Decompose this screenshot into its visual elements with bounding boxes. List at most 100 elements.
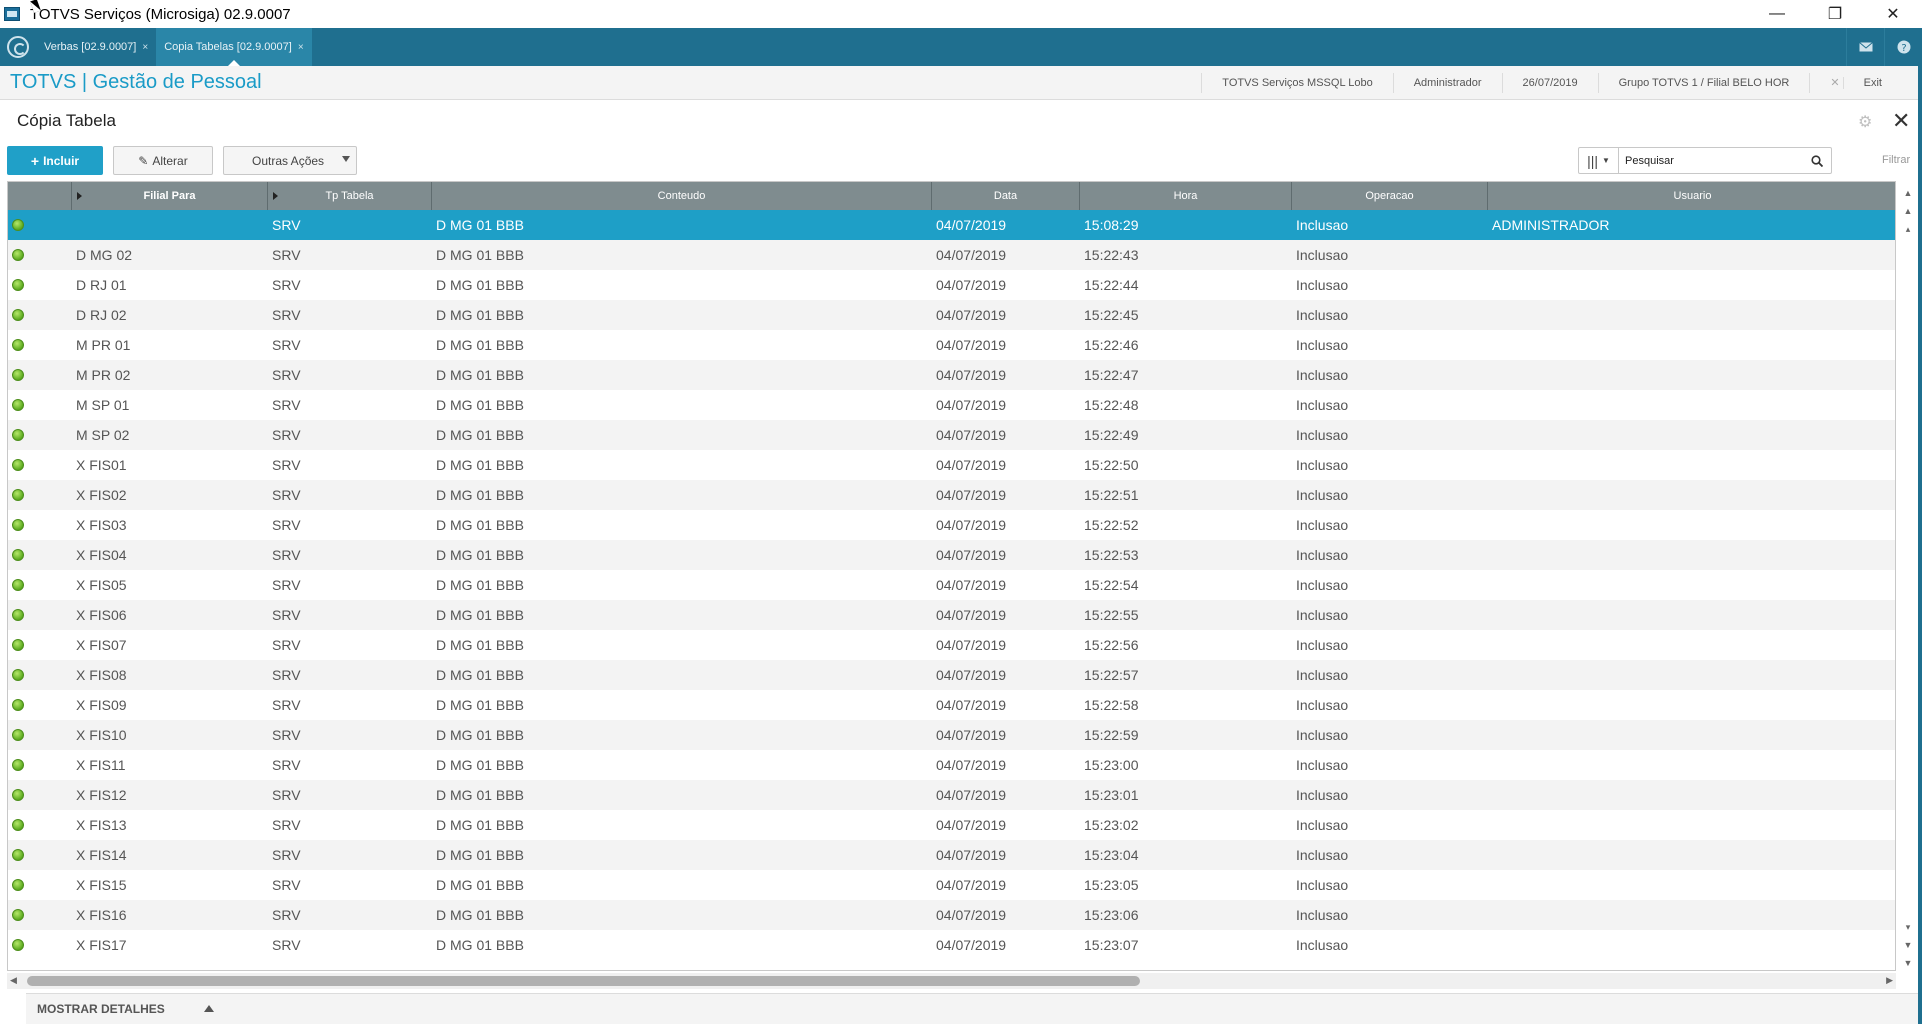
hora-cell: 15:23:07 bbox=[1084, 937, 1139, 953]
search-input[interactable] bbox=[1619, 148, 1803, 173]
horizontal-scroll-thumb[interactable] bbox=[27, 976, 1140, 986]
table-row[interactable]: SRV D MG 01 BBB 04/07/2019 15:08:29 Inclusao… bbox=[8, 210, 1895, 240]
table-row[interactable]: X FIS12 SRV D MG 01 BBB 04/07/2019 15:23:01 I… bbox=[8, 780, 1895, 810]
table-row[interactable]: M PR 01 SRV D MG 01 BBB 04/07/2019 15:22:46 I… bbox=[8, 330, 1895, 360]
table-row[interactable]: X FIS16 SRV D MG 01 BBB 04/07/2019 15:23:06 I… bbox=[8, 900, 1895, 930]
hora-cell: 15:22:56 bbox=[1084, 637, 1139, 653]
operacao-cell: Inclusao bbox=[1296, 517, 1349, 533]
table-row[interactable]: X FIS14 SRV D MG 01 BBB 04/07/2019 15:23:04 I… bbox=[8, 840, 1895, 870]
table-row[interactable]: D MG 02 SRV D MG 01 BBB 04/07/2019 15:22:43 I… bbox=[8, 240, 1895, 270]
operacao-cell: Inclusao bbox=[1296, 577, 1349, 593]
table-row[interactable]: X FIS05 SRV D MG 01 BBB 04/07/2019 15:22:54 I… bbox=[8, 570, 1895, 600]
green-status-dot-icon bbox=[12, 909, 24, 921]
gear-icon[interactable]: ⚙ bbox=[1858, 112, 1872, 132]
usuario-cell bbox=[1488, 450, 1895, 480]
tp-tabela-cell: SRV bbox=[272, 427, 301, 443]
close-window-button[interactable]: ✕ bbox=[1864, 0, 1922, 28]
plus-icon: + bbox=[30, 152, 40, 169]
filial-para-cell: X FIS15 bbox=[76, 877, 127, 893]
details-toggle[interactable]: MOSTRAR DETALHES bbox=[26, 993, 1922, 1024]
usuario-cell: ADMINISTRADOR bbox=[1492, 217, 1610, 233]
maximize-button[interactable]: ❐ bbox=[1806, 0, 1864, 28]
window-title: TOTVS Serviços (Microsiga) 02.9.0007 bbox=[30, 5, 291, 23]
home-menu-icon[interactable] bbox=[7, 36, 29, 58]
filial-para-cell: X FIS06 bbox=[76, 607, 127, 623]
filial-para-cell: X FIS07 bbox=[76, 637, 127, 653]
incluir-button[interactable]: + Incluir bbox=[7, 146, 103, 175]
green-status-dot-icon bbox=[12, 489, 24, 501]
search-icon[interactable] bbox=[1803, 154, 1831, 167]
close-page-icon[interactable]: ✕ bbox=[1892, 108, 1910, 134]
scroll-left-icon[interactable]: ◀ bbox=[10, 975, 17, 986]
table-row[interactable]: M SP 01 SRV D MG 01 BBB 04/07/2019 15:22:48 I… bbox=[8, 390, 1895, 420]
scroll-right-icon[interactable]: ▶ bbox=[1886, 975, 1893, 986]
filial-para-cell: X FIS17 bbox=[76, 937, 127, 953]
status-cell bbox=[8, 900, 72, 930]
table-row[interactable]: D RJ 02 SRV D MG 01 BBB 04/07/2019 15:22:45 I… bbox=[8, 300, 1895, 330]
status-cell bbox=[8, 270, 72, 300]
outras-acoes-button[interactable]: Outras Ações bbox=[223, 146, 357, 175]
vertical-scrollbar[interactable]: ▲ ▲ ▴ ▾ ▼ ▼ bbox=[1898, 181, 1918, 971]
filtrar-link[interactable]: Filtrar bbox=[1882, 154, 1910, 166]
usuario-cell bbox=[1488, 900, 1895, 930]
status-cell bbox=[8, 360, 72, 390]
table-row[interactable]: X FIS10 SRV D MG 01 BBB 04/07/2019 15:22:59 I… bbox=[8, 720, 1895, 750]
conteudo-cell: D MG 01 BBB bbox=[436, 667, 524, 683]
alterar-button[interactable]: ✎ Alterar bbox=[113, 146, 213, 175]
table-row[interactable]: X FIS04 SRV D MG 01 BBB 04/07/2019 15:22:53 I… bbox=[8, 540, 1895, 570]
conteudo-cell: D MG 01 BBB bbox=[436, 427, 524, 443]
tab-verbas[interactable]: Verbas [02.9.0007] × bbox=[36, 28, 156, 66]
scroll-bottom-icon[interactable]: ▼ bbox=[1900, 955, 1916, 971]
table-row[interactable]: X FIS08 SRV D MG 01 BBB 04/07/2019 15:22:57 I… bbox=[8, 660, 1895, 690]
usuario-cell bbox=[1488, 270, 1895, 300]
exit-button[interactable]: ✕ Exit bbox=[1809, 73, 1922, 93]
hora-cell: 15:22:46 bbox=[1084, 337, 1139, 353]
table-row[interactable]: X FIS01 SRV D MG 01 BBB 04/07/2019 15:22:50 I… bbox=[8, 450, 1895, 480]
columns-selector[interactable]: ||| ▼ bbox=[1579, 148, 1619, 173]
col-header-usuario[interactable]: Usuario bbox=[1488, 182, 1895, 210]
hora-cell: 15:23:02 bbox=[1084, 817, 1139, 833]
table-row[interactable]: D RJ 01 SRV D MG 01 BBB 04/07/2019 15:22:44 I… bbox=[8, 270, 1895, 300]
status-cell bbox=[8, 330, 72, 360]
filial-para-cell: X FIS09 bbox=[76, 697, 127, 713]
hora-cell: 15:22:53 bbox=[1084, 547, 1139, 563]
table-row[interactable]: X FIS06 SRV D MG 01 BBB 04/07/2019 15:22:55 I… bbox=[8, 600, 1895, 630]
table-row[interactable]: X FIS13 SRV D MG 01 BBB 04/07/2019 15:23:02 I… bbox=[8, 810, 1895, 840]
green-status-dot-icon bbox=[12, 939, 24, 951]
col-header-status[interactable] bbox=[8, 182, 72, 210]
usuario-cell bbox=[1488, 690, 1895, 720]
status-cell bbox=[8, 210, 72, 240]
table-row[interactable]: X FIS17 SRV D MG 01 BBB 04/07/2019 15:23:07 I… bbox=[8, 930, 1895, 960]
help-icon[interactable]: ? bbox=[1884, 28, 1922, 66]
scroll-up-icon[interactable]: ▴ bbox=[1900, 221, 1916, 237]
usuario-cell bbox=[1488, 630, 1895, 660]
status-cell bbox=[8, 810, 72, 840]
table-row[interactable]: M SP 02 SRV D MG 01 BBB 04/07/2019 15:22:49 I… bbox=[8, 420, 1895, 450]
col-header-tp-tabela[interactable]: Tp Tabela bbox=[268, 182, 432, 210]
table-row[interactable]: X FIS09 SRV D MG 01 BBB 04/07/2019 15:22:58 I… bbox=[8, 690, 1895, 720]
col-header-filial-para[interactable]: Filial Para bbox=[72, 182, 268, 210]
table-row[interactable]: X FIS02 SRV D MG 01 BBB 04/07/2019 15:22:51 I… bbox=[8, 480, 1895, 510]
scroll-down-icon[interactable]: ▾ bbox=[1900, 919, 1916, 935]
col-header-hora[interactable]: Hora bbox=[1080, 182, 1292, 210]
table-row[interactable]: X FIS11 SRV D MG 01 BBB 04/07/2019 15:23:00 I… bbox=[8, 750, 1895, 780]
col-header-operacao[interactable]: Operacao bbox=[1292, 182, 1488, 210]
tab-copia-tabelas[interactable]: Copia Tabelas [02.9.0007] × bbox=[156, 28, 312, 66]
tab-close-icon[interactable]: × bbox=[142, 42, 148, 53]
table-row[interactable]: X FIS03 SRV D MG 01 BBB 04/07/2019 15:22:52 I… bbox=[8, 510, 1895, 540]
horizontal-scrollbar[interactable]: ◀ ▶ bbox=[7, 973, 1896, 989]
tab-close-icon[interactable]: × bbox=[298, 42, 304, 53]
col-header-conteudo[interactable]: Conteudo bbox=[432, 182, 932, 210]
mail-icon[interactable] bbox=[1846, 28, 1884, 66]
operacao-cell: Inclusao bbox=[1296, 427, 1349, 443]
table-row[interactable]: X FIS07 SRV D MG 01 BBB 04/07/2019 15:22:56 I… bbox=[8, 630, 1895, 660]
table-row[interactable]: M PR 02 SRV D MG 01 BBB 04/07/2019 15:22:47 I… bbox=[8, 360, 1895, 390]
data-cell: 04/07/2019 bbox=[936, 277, 1007, 293]
minimize-button[interactable]: — bbox=[1748, 0, 1806, 28]
col-header-data[interactable]: Data bbox=[932, 182, 1080, 210]
scroll-page-up-icon[interactable]: ▲ bbox=[1900, 203, 1916, 219]
table-row[interactable]: X FIS15 SRV D MG 01 BBB 04/07/2019 15:23:05 I… bbox=[8, 870, 1895, 900]
scroll-page-down-icon[interactable]: ▼ bbox=[1900, 937, 1916, 953]
scroll-top-icon[interactable]: ▲ bbox=[1900, 185, 1916, 201]
green-status-dot-icon bbox=[12, 279, 24, 291]
